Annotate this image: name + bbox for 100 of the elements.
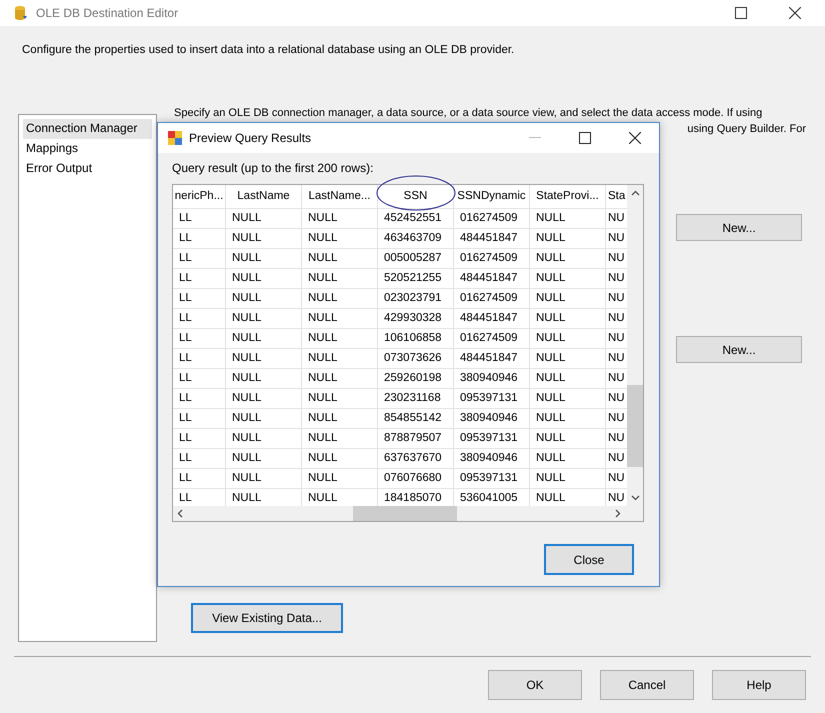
table-cell: 095397131 bbox=[454, 429, 530, 449]
table-cell: NULL bbox=[530, 269, 606, 289]
column-header[interactable]: LastName bbox=[226, 185, 302, 209]
table-cell: NULL bbox=[226, 469, 302, 489]
table-cell: 259260198 bbox=[378, 369, 454, 389]
table-cell: NULL bbox=[226, 269, 302, 289]
table-cell: NULL bbox=[302, 469, 378, 489]
table-cell: 484451847 bbox=[454, 309, 530, 329]
table-cell: LL bbox=[173, 389, 226, 409]
table-cell: NULL bbox=[226, 289, 302, 309]
column-header[interactable]: SSNDynamic bbox=[454, 185, 530, 209]
table-cell: NULL bbox=[530, 389, 606, 409]
table-cell: NULL bbox=[226, 449, 302, 469]
table-cell: NULL bbox=[226, 369, 302, 389]
table-cell: NULL bbox=[302, 329, 378, 349]
table-cell: NULL bbox=[226, 429, 302, 449]
table-cell: 380940946 bbox=[454, 369, 530, 389]
table-cell: NULL bbox=[302, 349, 378, 369]
column-header[interactable]: StateProvi... bbox=[530, 185, 606, 209]
close-icon[interactable] bbox=[789, 7, 801, 19]
table-cell: NULL bbox=[530, 429, 606, 449]
table-cell: 463463709 bbox=[378, 229, 454, 249]
footer-button[interactable]: Help bbox=[712, 670, 806, 700]
column-header[interactable]: LastName... bbox=[302, 185, 378, 209]
table-cell: 854855142 bbox=[378, 409, 454, 429]
table-cell: LL bbox=[173, 449, 226, 469]
table-cell: 878879507 bbox=[378, 429, 454, 449]
table-cell: 452452551 bbox=[378, 209, 454, 229]
table-cell: 520521255 bbox=[378, 269, 454, 289]
table-cell: 016274509 bbox=[454, 329, 530, 349]
table-cell: NULL bbox=[530, 369, 606, 389]
table-cell: NULL bbox=[226, 209, 302, 229]
table-cell: LL bbox=[173, 249, 226, 269]
table-cell: NULL bbox=[530, 409, 606, 429]
table-cell: NULL bbox=[302, 389, 378, 409]
table-cell: LL bbox=[173, 329, 226, 349]
new-button[interactable]: New... bbox=[676, 336, 802, 363]
maximize-icon[interactable] bbox=[579, 132, 591, 144]
table-cell: LL bbox=[173, 289, 226, 309]
footer-button[interactable]: OK bbox=[488, 670, 582, 700]
table-cell: NULL bbox=[530, 249, 606, 269]
table-cell: 016274509 bbox=[454, 289, 530, 309]
horizontal-scrollbar[interactable] bbox=[173, 506, 643, 521]
table-cell: NULL bbox=[226, 249, 302, 269]
page-list-item[interactable]: Error Output bbox=[23, 159, 152, 179]
window-title: OLE DB Destination Editor bbox=[36, 6, 178, 20]
table-cell: NULL bbox=[226, 409, 302, 429]
table-cell: NULL bbox=[530, 349, 606, 369]
footer-button[interactable]: Cancel bbox=[600, 670, 694, 700]
table-cell: 637637670 bbox=[378, 449, 454, 469]
table-cell: 230231168 bbox=[378, 389, 454, 409]
scroll-up-icon[interactable] bbox=[630, 190, 640, 196]
table-cell: NULL bbox=[302, 409, 378, 429]
table-cell: NULL bbox=[302, 309, 378, 329]
table-cell: NULL bbox=[226, 389, 302, 409]
table-cell: NULL bbox=[530, 289, 606, 309]
table-cell: LL bbox=[173, 209, 226, 229]
page-list-item[interactable]: Connection Manager bbox=[23, 119, 152, 139]
table-cell: 076076680 bbox=[378, 469, 454, 489]
table-cell: NULL bbox=[302, 289, 378, 309]
table-cell: 016274509 bbox=[454, 249, 530, 269]
table-cell: 484451847 bbox=[454, 269, 530, 289]
close-button[interactable]: Close bbox=[544, 544, 634, 575]
database-icon bbox=[14, 5, 28, 21]
grid-icon bbox=[167, 130, 183, 146]
maximize-icon[interactable] bbox=[735, 7, 747, 19]
table-cell: NULL bbox=[226, 229, 302, 249]
view-existing-data-button[interactable]: View Existing Data... bbox=[191, 603, 343, 633]
query-result-label: Query result (up to the first 200 rows): bbox=[172, 161, 374, 177]
table-cell: 095397131 bbox=[454, 389, 530, 409]
table-cell: 380940946 bbox=[454, 449, 530, 469]
instruction-text: using Query Builder. For bbox=[687, 123, 806, 135]
table-cell: NULL bbox=[530, 309, 606, 329]
scroll-down-icon[interactable] bbox=[630, 495, 640, 501]
table-cell: NULL bbox=[530, 329, 606, 349]
table-cell: 023023791 bbox=[378, 289, 454, 309]
table-cell: NULL bbox=[302, 269, 378, 289]
scroll-right-icon[interactable] bbox=[615, 509, 621, 518]
table-cell: NULL bbox=[530, 449, 606, 469]
page-list-item[interactable]: Mappings bbox=[23, 139, 152, 159]
instruction-text: Specify an OLE DB connection manager, a data source, or a data source view, and select the data access mode. If using bbox=[174, 107, 764, 120]
table-cell: NULL bbox=[226, 349, 302, 369]
table-cell: LL bbox=[173, 429, 226, 449]
vertical-scrollbar[interactable] bbox=[627, 185, 643, 506]
table-cell: 016274509 bbox=[454, 209, 530, 229]
description-text: Configure the properties used to insert data into a relational database using an OLE DB provider. bbox=[21, 43, 516, 58]
table-cell: NULL bbox=[226, 309, 302, 329]
scroll-left-icon[interactable] bbox=[177, 509, 183, 518]
column-header[interactable]: nericPh... bbox=[173, 185, 226, 209]
table-cell: NULL bbox=[302, 369, 378, 389]
table-cell: LL bbox=[173, 409, 226, 429]
table-cell: 429930328 bbox=[378, 309, 454, 329]
table-cell: NULL bbox=[302, 209, 378, 229]
table-cell: NULL bbox=[226, 329, 302, 349]
table-cell: NULL bbox=[530, 209, 606, 229]
close-icon[interactable] bbox=[629, 132, 641, 144]
table-cell: NULL bbox=[530, 469, 606, 489]
new-button[interactable]: New... bbox=[676, 214, 802, 241]
table-cell: 484451847 bbox=[454, 349, 530, 369]
table-cell: LL bbox=[173, 229, 226, 249]
